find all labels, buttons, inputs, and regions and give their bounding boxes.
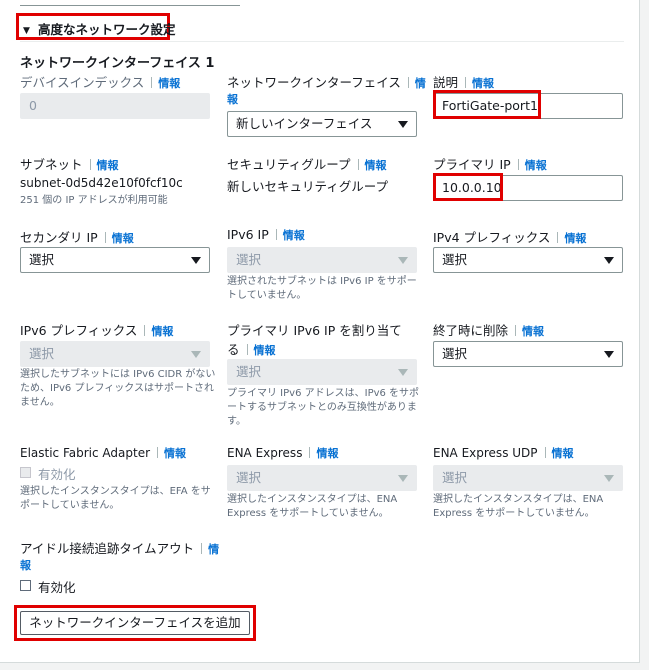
caret-down-icon — [398, 121, 408, 128]
assign-primary-ipv6-select: 選択 — [227, 359, 417, 385]
section-toggle[interactable]: ▼ 高度なネットワーク設定 — [23, 19, 176, 38]
info-link[interactable]: 情報 — [164, 447, 186, 460]
ena-express-udp-label: ENA Express UDP 情報 — [433, 446, 574, 460]
section-title: 高度なネットワーク設定 — [38, 22, 176, 37]
caret-down-icon — [604, 257, 614, 264]
description-highlight — [433, 90, 541, 119]
caret-down-icon — [604, 475, 614, 482]
efa-checkbox — [20, 467, 31, 478]
efa-checkbox-label: 有効化 — [38, 467, 76, 482]
info-link[interactable]: 情報 — [316, 447, 338, 460]
info-link[interactable]: 報 — [227, 91, 238, 107]
ipv6-prefix-select: 選択 — [20, 341, 210, 367]
divider — [20, 5, 240, 6]
assign-primary-ipv6-label: プライマリ IPv6 IP を割り当て — [227, 323, 402, 338]
security-group-label: セキュリティグループ 情報 — [227, 157, 387, 172]
info-link[interactable]: 情報 — [97, 159, 119, 172]
idle-timeout-checkbox-label: 有効化 — [38, 580, 76, 595]
info-link[interactable]: 情報 — [254, 344, 276, 357]
interface-heading: ネットワークインターフェイス 1 — [20, 56, 215, 71]
description-label: 説明 情報 — [433, 75, 495, 90]
info-link[interactable]: 情 — [208, 543, 219, 556]
assign-primary-ipv6-hint: プライマリ IPv6 アドレスは、IPv6 をサポ ートするサブネットとのみ互換性… — [227, 388, 420, 427]
device-index-input: 0 — [20, 93, 210, 119]
info-link[interactable]: 情報 — [283, 229, 305, 242]
caret-down-icon — [398, 475, 408, 482]
ena-express-select: 選択 — [227, 465, 417, 491]
ipv6-ip-label: IPv6 IP 情報 — [227, 227, 305, 242]
ipv6-ip-hint: 選択されたサブネットは IPv6 IP をサポー トしていません。 — [227, 276, 417, 301]
network-interface-label: ネットワークインターフェイス情 — [227, 75, 426, 90]
ipv6-ip-select: 選択 — [227, 247, 417, 273]
delete-on-termination-label: 終了時に削除 情報 — [433, 323, 545, 338]
delete-on-termination-select[interactable]: 選択 — [433, 341, 623, 367]
info-link[interactable]: 情報 — [552, 447, 574, 460]
info-link[interactable]: 情報 — [365, 159, 387, 172]
idle-timeout-checkbox[interactable] — [20, 580, 31, 591]
info-link[interactable]: 情報 — [151, 325, 173, 338]
efa-hint: 選択したインスタンスタイプは、EFA をサ ポートしていません。 — [20, 486, 211, 511]
info-link[interactable]: 報 — [20, 557, 31, 573]
ena-express-udp-select: 選択 — [433, 465, 623, 491]
caret-down-icon — [398, 369, 408, 376]
device-index-label: デバイスインデックス 情報 — [20, 75, 181, 90]
section-divider — [20, 41, 624, 42]
info-link[interactable]: 情報 — [158, 77, 180, 90]
info-link[interactable]: 情報 — [112, 232, 134, 245]
caret-down-icon: ▼ — [23, 26, 30, 36]
add-button-highlight — [14, 605, 256, 641]
info-link[interactable]: 情 — [415, 77, 426, 90]
caret-down-icon — [191, 351, 201, 358]
info-link[interactable]: 情報 — [564, 232, 586, 245]
secondary-ip-label: セカンダリ IP 情報 — [20, 230, 134, 245]
subnet-label: サブネット 情報 — [20, 157, 119, 172]
ipv4-prefix-label: IPv4 プレフィックス 情報 — [433, 230, 587, 245]
secondary-ip-select[interactable]: 選択 — [20, 247, 210, 273]
ena-express-udp-hint: 選択したインスタンスタイプは、ENA Express をサポートしていません。 — [433, 494, 604, 519]
caret-down-icon — [191, 257, 201, 264]
idle-timeout-label: アイドル接続追跡タイムアウト情 — [20, 541, 220, 556]
primary-ip-highlight — [433, 173, 503, 201]
assign-primary-ipv6-label-2: る情報 — [227, 342, 276, 357]
info-link[interactable]: 情報 — [522, 325, 544, 338]
ipv4-prefix-select[interactable]: 選択 — [433, 247, 623, 273]
primary-ip-label: プライマリ IP 情報 — [433, 157, 547, 172]
ena-express-label: ENA Express 情報 — [227, 446, 339, 460]
subnet-value: subnet-0d5d42e10f0fcf10c — [20, 176, 183, 190]
info-link[interactable]: 情報 — [525, 159, 547, 172]
ipv6-prefix-hint: 選択したサブネットには IPv6 CIDR がない ため、IPv6 プレフィックス… — [20, 369, 216, 408]
efa-label: Elastic Fabric Adapter 情報 — [20, 446, 187, 460]
ena-express-hint: 選択したインスタンスタイプは、ENA Express をサポートしていません。 — [227, 494, 398, 519]
security-group-value: 新しいセキュリティグループ — [227, 179, 389, 194]
advanced-network-panel: ▼ 高度なネットワーク設定 ネットワークインターフェイス 1 デバイスインデック… — [0, 0, 640, 663]
ipv6-prefix-label: IPv6 プレフィックス 情報 — [20, 323, 174, 338]
caret-down-icon — [604, 351, 614, 358]
subnet-hint: 251 個の IP アドレスが利用可能 — [20, 195, 168, 206]
network-interface-select[interactable]: 新しいインターフェイス — [227, 111, 417, 137]
info-link[interactable]: 情報 — [472, 77, 494, 90]
caret-down-icon — [398, 257, 408, 264]
